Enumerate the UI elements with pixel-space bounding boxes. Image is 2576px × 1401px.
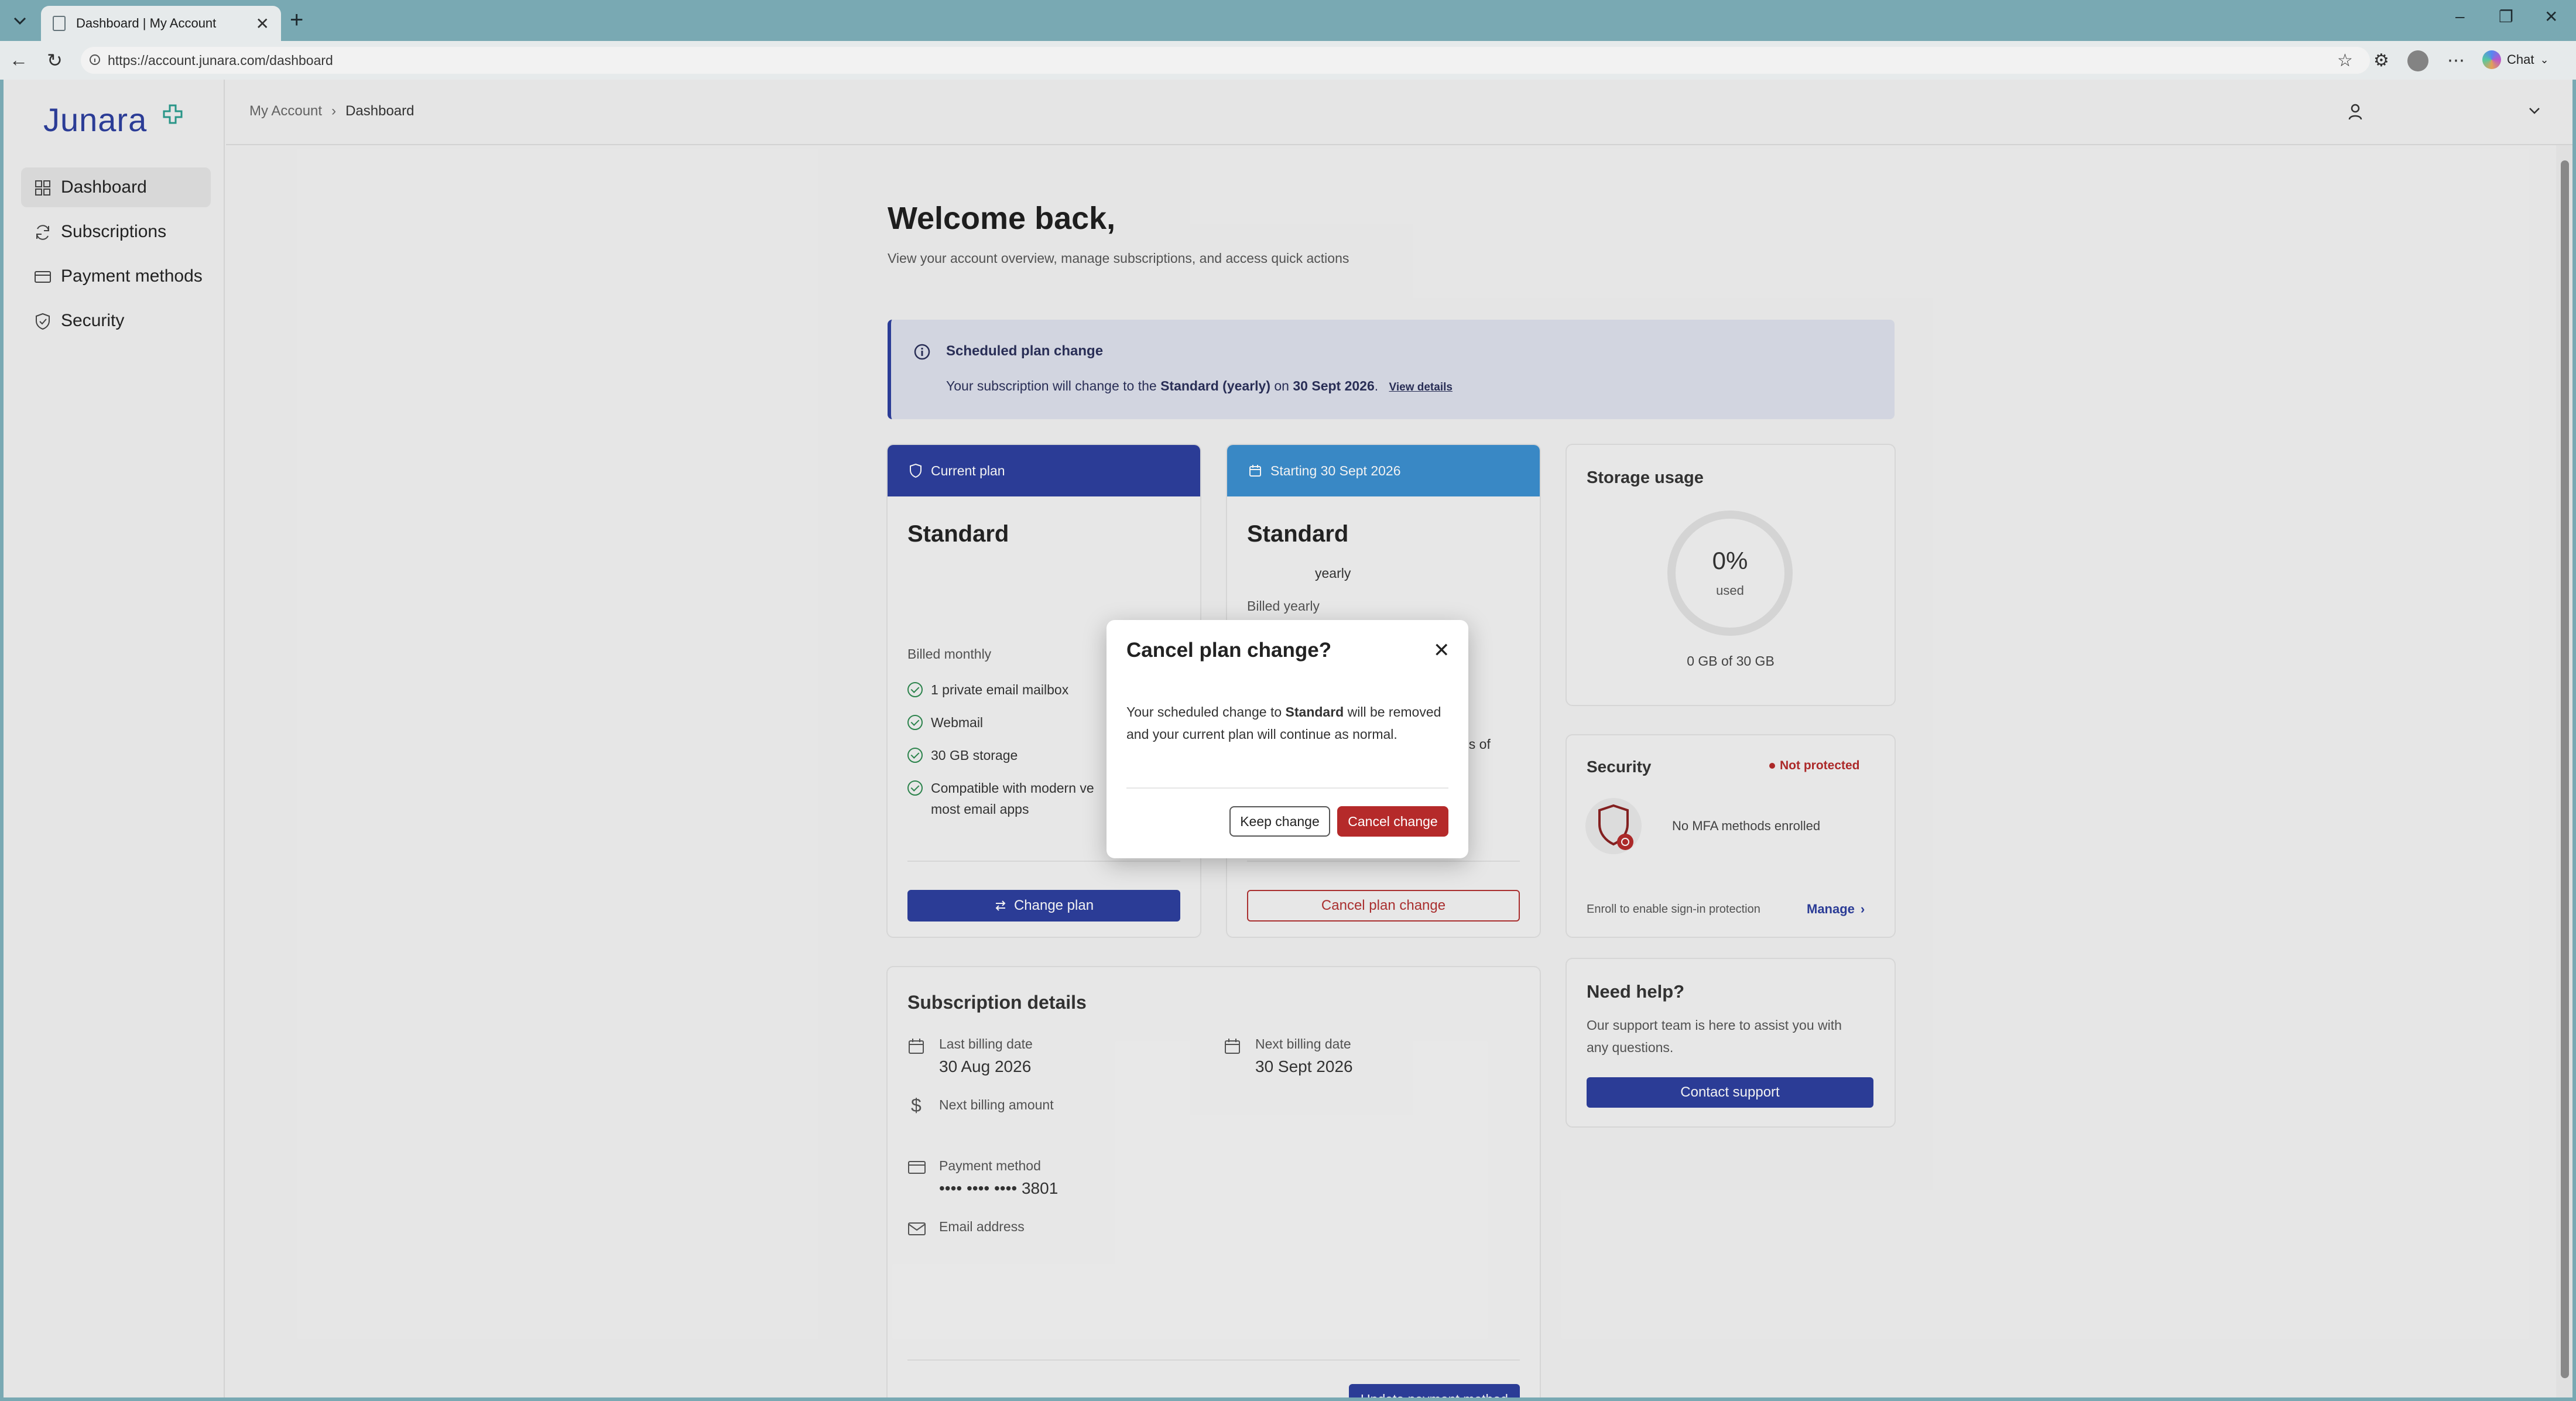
dialog-body-plan: Standard [1285,704,1344,720]
cancel-change-button[interactable]: Cancel change [1337,806,1448,837]
cancel-plan-change-dialog: Cancel plan change? ✕ Your scheduled cha… [1107,620,1468,858]
dialog-divider [1126,787,1448,789]
dialog-title: Cancel plan change? [1126,639,1332,662]
keep-change-button[interactable]: Keep change [1229,806,1330,837]
dialog-body: Your scheduled change to Standard will b… [1126,701,1443,745]
dialog-body-prefix: Your scheduled change to [1126,704,1282,720]
close-icon[interactable]: ✕ [1433,639,1450,662]
